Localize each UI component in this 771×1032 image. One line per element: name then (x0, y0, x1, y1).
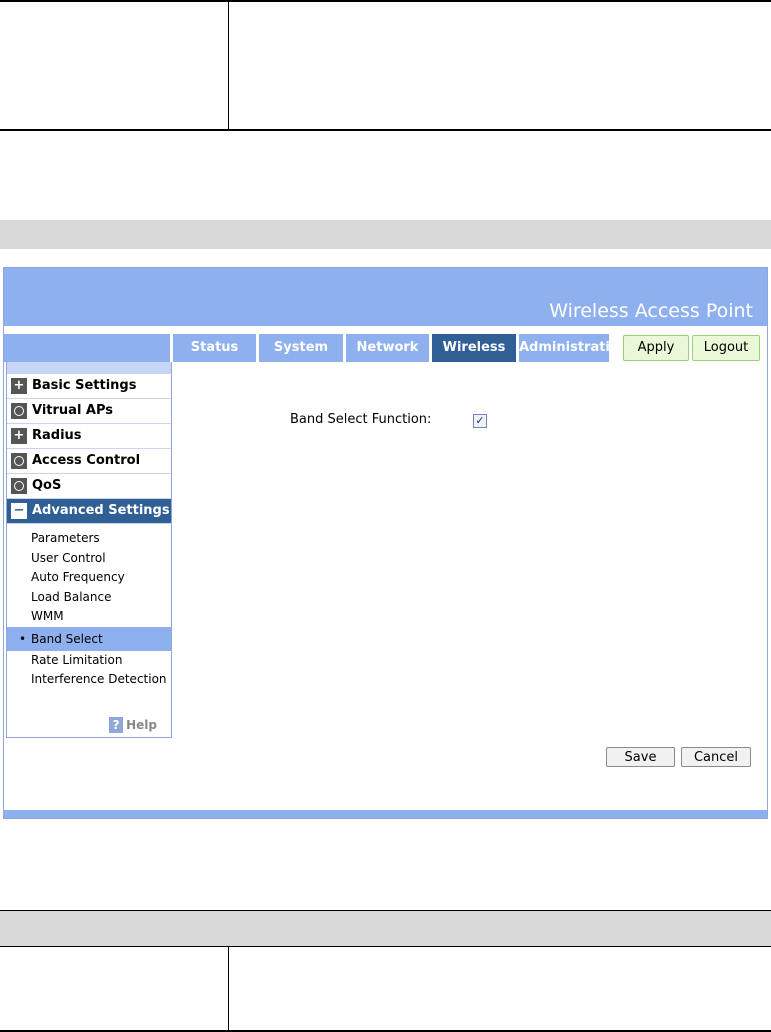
sidebar-item-access-control[interactable]: Access Control (7, 449, 171, 474)
sidebar-item-label: Vitrual APs (32, 403, 114, 418)
document-table-bottom (0, 910, 771, 1032)
apply-button[interactable]: Apply (623, 335, 689, 361)
minus-icon: − (11, 503, 27, 519)
tab-system[interactable]: System (259, 334, 343, 362)
footer-bar (4, 810, 767, 818)
subitem-auto-frequency[interactable]: Auto Frequency (7, 568, 171, 588)
subitem-user-control[interactable]: User Control (7, 549, 171, 569)
subitem-interference-detection[interactable]: Interference Detection (7, 670, 171, 690)
table-divider (228, 2, 229, 129)
subitem-parameters[interactable]: Parameters (7, 529, 171, 549)
tab-wireless[interactable]: Wireless (432, 334, 516, 362)
plus-icon: + (11, 428, 27, 444)
band-select-checkbox[interactable]: ✓ (473, 414, 487, 428)
plus-icon: + (11, 378, 27, 394)
caption-band (0, 220, 771, 249)
circle-icon (11, 453, 27, 469)
header-banner: Wireless Access Point (4, 268, 767, 326)
subitem-wmm[interactable]: WMM (7, 607, 171, 627)
subitem-load-balance[interactable]: Load Balance (7, 588, 171, 608)
subitem-label: Load Balance (31, 589, 112, 604)
router-web-ui: Wireless Access Point Status System Netw… (3, 267, 768, 819)
sidebar-item-virtual-aps[interactable]: Vitrual APs (7, 399, 171, 424)
question-icon: ? (109, 717, 124, 733)
sidebar-item-label: QoS (32, 478, 62, 493)
document-table-top (0, 0, 771, 131)
tab-administration[interactable]: Administration (519, 334, 628, 362)
help-label: Help (126, 718, 157, 732)
band-select-label: Band Select Function: (290, 412, 432, 427)
subitem-rate-limitation[interactable]: Rate Limitation (7, 651, 171, 671)
sidebar-item-qos[interactable]: QoS (7, 474, 171, 499)
tab-network[interactable]: Network (346, 334, 429, 362)
cancel-button[interactable]: Cancel (681, 747, 751, 767)
page-title: Wireless Access Point (549, 300, 753, 322)
table-divider (228, 947, 229, 1030)
subitem-label: Parameters (31, 531, 100, 545)
logout-button[interactable]: Logout (692, 335, 760, 361)
subitem-label: User Control (31, 550, 106, 565)
sidebar-item-label: Radius (32, 428, 82, 443)
bullet-icon: • (19, 631, 27, 646)
sidebar-item-label: Access Control (32, 453, 141, 468)
subitem-band-select[interactable]: • Band Select (7, 626, 171, 651)
subitem-label: Band Select (31, 631, 103, 646)
tab-status[interactable]: Status (173, 334, 256, 362)
circle-icon (11, 478, 27, 494)
sidebar-item-label: Basic Settings (32, 378, 137, 393)
subitem-label: Auto Frequency (31, 570, 125, 584)
sidebar-item-label: Advanced Settings (32, 503, 170, 518)
sidebar-item-advanced-settings[interactable]: − Advanced Settings (7, 499, 171, 524)
save-button[interactable]: Save (606, 747, 675, 767)
help-link[interactable]: ? Help (109, 717, 157, 733)
sidebar-item-radius[interactable]: + Radius (7, 424, 171, 449)
subitem-label: WMM (31, 609, 64, 623)
table-body-row (0, 947, 771, 1032)
sidebar-topbar (7, 362, 171, 374)
circle-icon (11, 403, 27, 419)
sidebar: + Basic Settings Vitrual APs + Radius Ac… (6, 362, 172, 738)
nav-spacer (4, 334, 170, 362)
sidebar-item-basic-settings[interactable]: + Basic Settings (7, 374, 171, 399)
subitem-label: Interference Detection (31, 672, 167, 686)
top-navigation: Status System Network Wireless Administr… (4, 334, 767, 362)
subitem-label: Rate Limitation (31, 652, 123, 667)
table-header-row (0, 910, 771, 947)
